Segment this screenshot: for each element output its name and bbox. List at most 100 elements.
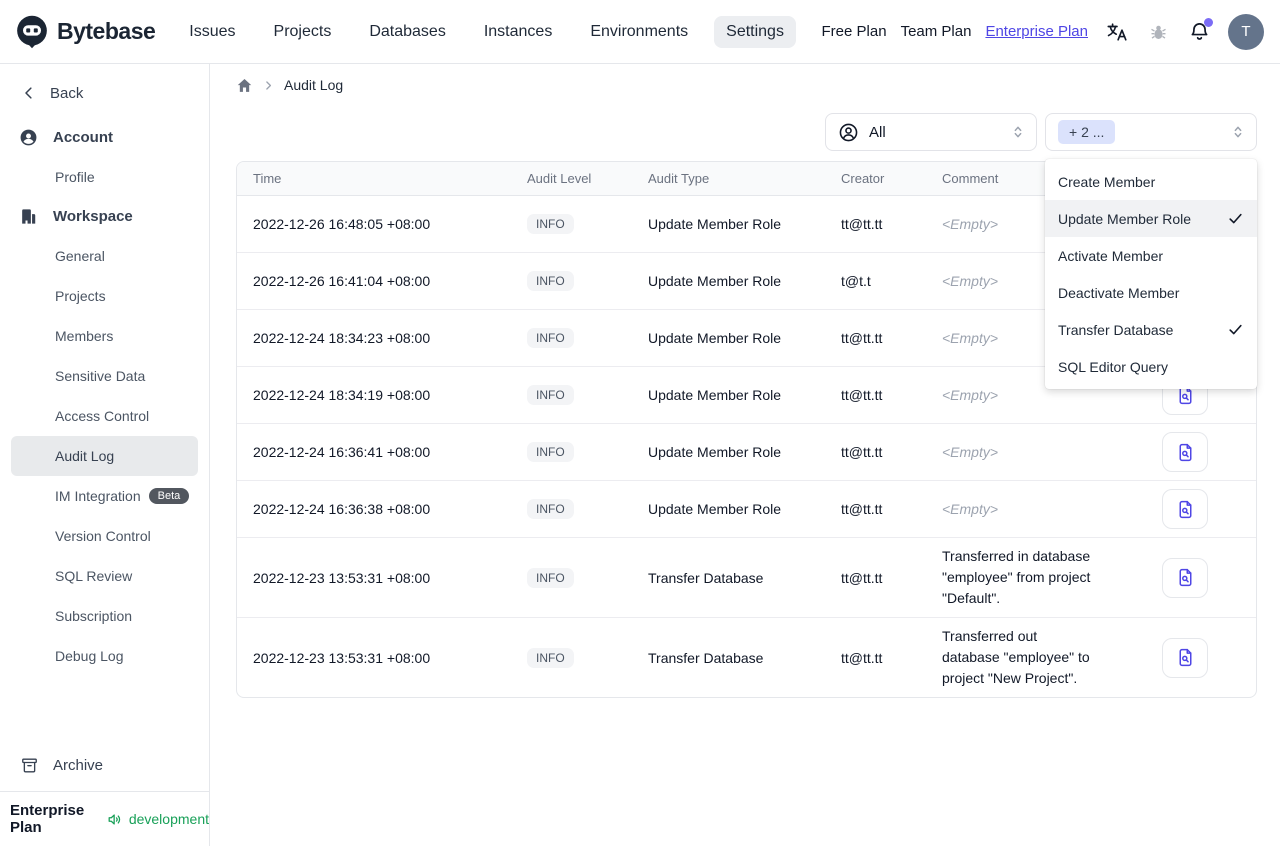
sidebar-item-label: General [55,248,105,264]
view-detail-button[interactable] [1162,432,1208,472]
selected-types-pill: + 2 ... [1058,120,1116,144]
sidebar-section-account: Account [0,118,209,157]
beta-badge: Beta [148,488,190,504]
nav-link-databases[interactable]: Databases [357,16,458,48]
audit-type: Update Member Role [648,387,782,403]
audit-time: 2022-12-24 16:36:38 +08:00 [253,501,431,517]
user-avatar[interactable]: T [1228,13,1264,50]
audit-time: 2022-12-26 16:48:05 +08:00 [253,216,431,232]
creator-filter-value: All [869,123,886,141]
audit-creator: tt@tt.tt [841,387,883,403]
menu-item-sql-editor-query[interactable]: SQL Editor Query [1045,348,1257,385]
audit-time: 2022-12-23 13:53:31 +08:00 [253,649,431,666]
column-header-audit-type: Audit Type [648,171,710,186]
audit-creator: t@t.t [841,273,871,289]
nav-link-instances[interactable]: Instances [472,16,564,48]
menu-item-label: SQL Editor Query [1058,358,1168,375]
bytebase-logo[interactable]: Bytebase [14,14,156,50]
column-header-audit-level: Audit Level [527,171,592,186]
view-detail-button[interactable] [1162,637,1208,678]
sidebar-item-label: Members [55,328,114,344]
table-row: 2022-12-24 16:36:38 +08:00 INFO Update M… [237,481,1256,538]
sidebar-item-members[interactable]: Members [11,316,198,356]
audit-log-page: Audit Log All + 2 ... Create Member Upda… [210,64,1280,846]
audit-time: 2022-12-23 13:53:31 +08:00 [253,569,431,586]
sidebar-item-profile[interactable]: Profile [11,157,198,197]
plan-free-plan[interactable]: Free Plan [822,23,887,40]
audit-level-badge: INFO [527,499,574,519]
brand-name: Bytebase [57,18,156,44]
chevron-left-icon [20,84,38,102]
audit-action-cell [1104,630,1256,686]
audit-type: Update Member Role [648,444,782,460]
sidebar-item-sql-review[interactable]: SQL Review [11,556,198,596]
menu-item-create-member[interactable]: Create Member [1045,163,1257,200]
plan-links: Free Plan Team Plan Enterprise Plan [822,23,1088,40]
creator-filter-select[interactable]: All [825,113,1037,151]
sidebar-item-im-integration[interactable]: IM Integration Beta [11,476,198,516]
audit-comment: <Empty> [942,500,999,517]
back-button[interactable]: Back [0,78,209,108]
plan-team-plan[interactable]: Team Plan [901,23,972,40]
audit-level-cell: INFO [511,320,632,356]
archive-box-icon [20,756,39,775]
translate-icon[interactable] [1105,20,1129,44]
audit-creator: tt@tt.tt [841,444,883,460]
sidebar-item-label: SQL Review [55,568,133,584]
sidebar-item-sensitive-data[interactable]: Sensitive Data [11,356,198,396]
nav-link-projects[interactable]: Projects [262,16,344,48]
audit-action-cell [1104,481,1256,537]
file-search-icon [1179,500,1191,518]
audit-time: 2022-12-26 16:41:04 +08:00 [253,273,431,289]
audit-time: 2022-12-24 16:36:41 +08:00 [253,444,431,460]
nav-link-settings[interactable]: Settings [714,15,796,48]
audit-level-badge: INFO [527,328,574,348]
sidebar-item-access-control[interactable]: Access Control [11,396,198,436]
file-search-icon [1179,443,1191,461]
nav-link-environments[interactable]: Environments [578,16,700,48]
audit-action-cell [1104,550,1256,606]
notification-bell-icon[interactable] [1187,17,1213,44]
menu-item-label: Deactivate Member [1058,284,1180,301]
current-plan-label: Enterprise Plan [10,802,85,836]
archive-label: Archive [53,757,104,774]
audit-level-cell: INFO [511,263,632,299]
view-detail-button[interactable] [1162,557,1208,598]
menu-item-activate-member[interactable]: Activate Member [1045,237,1257,274]
audit-level-badge: INFO [527,271,574,291]
plan-enterprise-plan[interactable]: Enterprise Plan [985,23,1088,40]
audit-creator: tt@tt.tt [841,501,883,517]
audit-level-cell: INFO [511,491,632,527]
file-search-icon [1179,648,1191,667]
sidebar-item-debug-log[interactable]: Debug Log [11,636,198,676]
nav-link-issues[interactable]: Issues [177,16,247,48]
view-detail-button[interactable] [1162,489,1208,529]
audit-level-cell: INFO [511,560,632,596]
sidebar-item-projects[interactable]: Projects [11,276,198,316]
sidebar-item-label: Subscription [55,608,133,624]
audit-type: Update Member Role [648,273,782,289]
column-header-time: Time [253,171,282,186]
menu-item-update-member-role[interactable]: Update Member Role [1045,200,1257,237]
table-row: 2022-12-23 13:53:31 +08:00 INFO Transfer… [237,618,1256,697]
sidebar-item-version-control[interactable]: Version Control [11,516,198,556]
bug-report-icon[interactable] [1146,20,1170,44]
audit-type: Transfer Database [648,569,764,586]
sidebar-items-workspace: General Projects Members Sensitive Data … [0,236,209,676]
sidebar-item-subscription[interactable]: Subscription [11,596,198,636]
building-icon [19,207,38,226]
menu-item-deactivate-member[interactable]: Deactivate Member [1045,274,1257,311]
sidebar-item-general[interactable]: General [11,236,198,276]
audit-time: 2022-12-24 18:34:19 +08:00 [253,387,431,403]
menu-item-transfer-database[interactable]: Transfer Database [1045,311,1257,348]
audit-creator: tt@tt.tt [841,569,883,586]
home-icon[interactable] [236,77,253,94]
sidebar-item-audit-log[interactable]: Audit Log [11,436,198,476]
audit-level-badge: INFO [527,567,574,588]
audit-type-filter-select[interactable]: + 2 ... [1045,113,1257,151]
sidebar-item-archive[interactable]: Archive [0,746,209,785]
check-icon [1227,210,1244,227]
sidebar-item-label: Projects [55,288,106,304]
audit-time: 2022-12-24 18:34:23 +08:00 [253,330,431,346]
breadcrumb-current: Audit Log [284,77,344,93]
